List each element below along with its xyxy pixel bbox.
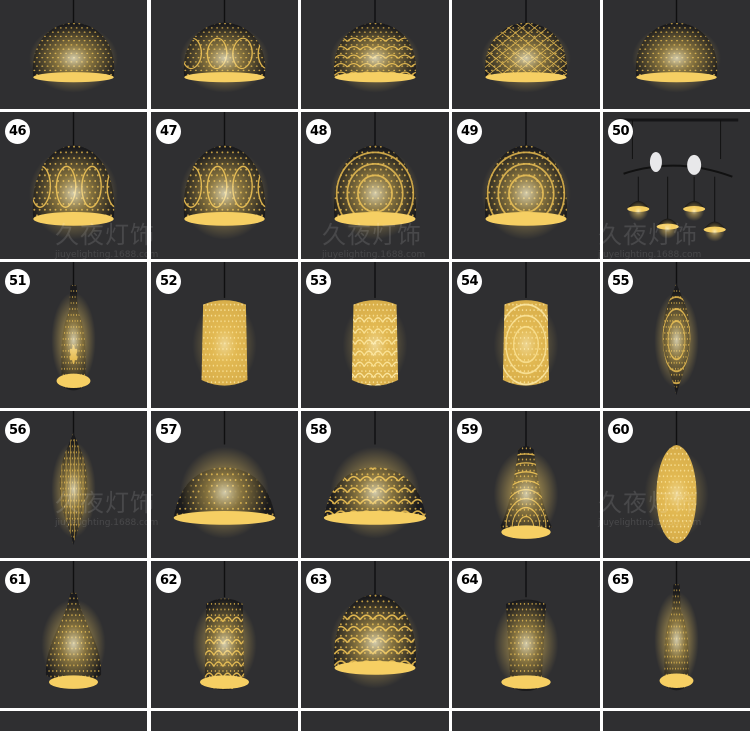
product-number-badge: 62: [156, 568, 181, 593]
product-number-badge: 50: [608, 119, 633, 144]
lamp-fixture: [23, 0, 125, 101]
lamp-fixture: [626, 0, 728, 101]
product-tile[interactable]: [0, 0, 147, 109]
lamp-fixture: [48, 262, 99, 400]
lamp-fixture: [489, 561, 563, 700]
product-number-badge: 58: [306, 418, 331, 443]
product-tile-cropped[interactable]: [452, 711, 600, 731]
product-number-badge: 52: [156, 269, 181, 294]
product-tile[interactable]: [151, 0, 298, 109]
product-tile[interactable]: 48: [301, 112, 449, 259]
product-tile[interactable]: 46: [0, 112, 147, 259]
lamp-photo: [151, 0, 298, 109]
lamp-fixture: [174, 411, 277, 550]
lamp-fixture: [174, 0, 278, 101]
product-tile[interactable]: 54: [452, 262, 600, 408]
product-tile[interactable]: 63: [301, 561, 449, 708]
product-tile[interactable]: 62: [151, 561, 298, 708]
product-tile-cropped[interactable]: [301, 711, 449, 731]
bird-figure: [650, 152, 662, 172]
product-tile[interactable]: [452, 0, 600, 109]
lamp-fixture: [640, 411, 714, 550]
product-tile[interactable]: 65: [603, 561, 750, 708]
lamp-fixture: [48, 411, 99, 550]
product-tile[interactable]: 51: [0, 262, 147, 408]
product-number-badge: 60: [608, 418, 633, 443]
product-number-badge: 49: [457, 119, 482, 144]
product-number-badge: 48: [306, 119, 331, 144]
product-tile-cropped[interactable]: [603, 711, 750, 731]
product-tile[interactable]: [301, 0, 449, 109]
product-tile[interactable]: 57: [151, 411, 298, 558]
product-number-badge: 55: [608, 269, 633, 294]
product-number-badge: 54: [457, 269, 482, 294]
lamp-fixture: [651, 262, 702, 400]
product-tile-cropped[interactable]: [151, 711, 298, 731]
product-number-badge: 47: [156, 119, 181, 144]
lamp-fixture: [489, 262, 563, 400]
lamp-photo: [603, 0, 750, 109]
product-tile[interactable]: [603, 0, 750, 109]
product-number-badge: 59: [457, 418, 482, 443]
product-tile[interactable]: 56: [0, 411, 147, 558]
product-number-badge: 64: [457, 568, 482, 593]
lamp-fixture: [452, 0, 600, 101]
lamp-fixture: [322, 411, 437, 550]
lamp-fixture: [188, 262, 262, 400]
product-tile[interactable]: 60: [603, 411, 750, 558]
product-tile[interactable]: 50: [603, 112, 750, 259]
product-grid: 46 47 48 49 50 51 52 53 54 55 56 57 58 59 60 61 62 63 64 65…: [0, 0, 750, 720]
lamp-fixture: [324, 112, 427, 251]
lamp-photo: [0, 0, 147, 109]
product-number-badge: 63: [306, 568, 331, 593]
product-number-badge: 61: [5, 568, 30, 593]
lamp-fixture: [186, 561, 269, 700]
product-tile[interactable]: 52: [151, 262, 298, 408]
product-tile[interactable]: 47: [151, 112, 298, 259]
product-tile-cropped[interactable]: [0, 711, 147, 731]
product-tile[interactable]: 64: [452, 561, 600, 708]
lamp-fixture: [475, 411, 577, 550]
product-number-badge: 57: [156, 418, 181, 443]
product-number-badge: 51: [5, 269, 30, 294]
product-tile[interactable]: 53: [301, 262, 449, 408]
lamp-fixture: [618, 120, 739, 242]
lamp-photo: [452, 0, 600, 109]
product-number-badge: 56: [5, 418, 30, 443]
lamp-fixture: [322, 0, 437, 101]
lamp-fixture: [322, 561, 437, 700]
product-tile[interactable]: 61: [0, 561, 147, 708]
bird-figure: [687, 155, 701, 175]
lamp-fixture: [337, 262, 420, 400]
product-number-badge: 53: [306, 269, 331, 294]
product-tile[interactable]: 59: [452, 411, 600, 558]
lamp-photo: [301, 0, 449, 109]
lamp-fixture: [37, 561, 111, 700]
lamp-fixture: [475, 112, 578, 251]
product-tile[interactable]: 55: [603, 262, 750, 408]
product-number-badge: 46: [5, 119, 30, 144]
product-number-badge: 65: [608, 568, 633, 593]
lamp-fixture: [174, 112, 278, 251]
product-tile[interactable]: 58: [301, 411, 449, 558]
lamp-fixture: [651, 561, 702, 700]
lamp-fixture: [23, 112, 127, 251]
product-tile[interactable]: 49: [452, 112, 600, 259]
